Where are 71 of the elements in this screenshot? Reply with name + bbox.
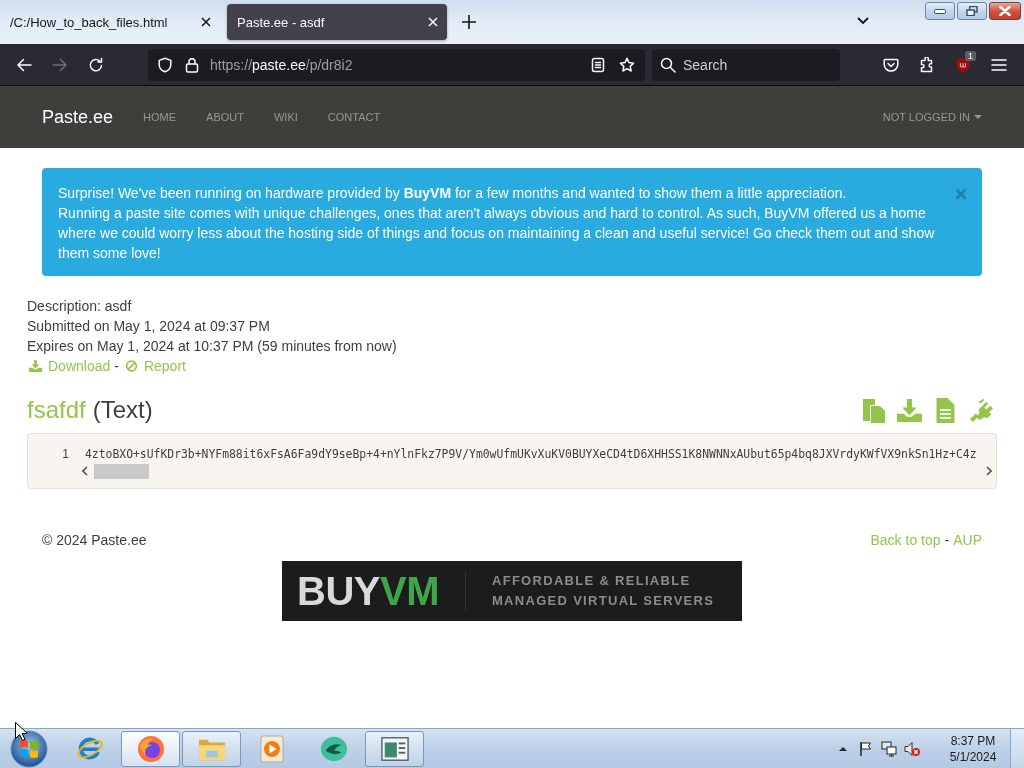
banner-tagline: AFFORDABLE & RELIABLE [491,572,692,590]
plus-icon[interactable] [462,15,476,29]
nav-link[interactable]: CONTACT [312,111,396,123]
alert-text: Running a paste site comes with unique challenges, ones that aren't always obvious and hard to control. As such, BuyVM offered us a home where we could worry less about the hosting side of things and focus on maintaining a clean and useful service! Go check them out and show them some love! [58,204,936,263]
fox-globe-icon [136,734,165,763]
chevron-down-icon[interactable] [857,17,869,25]
shield-icon[interactable] [157,56,173,73]
alert-text: Surprise! We've been running on hardware provided by BuyVM for a few months and wanted to show them a little appreciation. [58,184,848,203]
clock-date[interactable]: 5/1/2024 [949,748,997,765]
window-icon [380,734,409,763]
link-separator: - [944,531,950,550]
paste-title: fsafdf [27,396,86,424]
caret-down-icon [974,115,982,119]
footer-link[interactable]: AUP [953,530,982,550]
search-icon [660,56,676,73]
scroll-left-icon[interactable] [82,466,88,476]
pouch-icon[interactable] [883,56,899,73]
flag-icon[interactable] [858,740,874,757]
scroll-right-icon[interactable] [986,466,992,476]
code-line: 4ztoBXO+sUfKDr3b+NYFm88it6xFsA6Fa9dY9seBp+4+nYlnFkz7P9V/Ym0wUfmUKvXuKV0BUYXeCD4tD6XHHSS1K8NWNNxAUbut65p4bq8JXVrdyKWfVX9nkSn1Hz+C4z [85,446,977,461]
paste-detail: Description: asdf [27,297,133,316]
star-icon[interactable] [619,56,635,73]
nav-link[interactable]: ABOUT [191,111,259,123]
download-link[interactable]: Download [29,356,111,376]
speaker-icon[interactable] [904,740,920,757]
link-separator: - [114,357,119,376]
close-icon [999,6,1011,16]
network-icon[interactable] [881,740,897,757]
reload-icon[interactable] [88,56,104,73]
clock-time[interactable]: 8:37 PM [950,732,996,749]
brand-link[interactable]: Paste.ee [42,106,114,128]
ban-icon [124,360,138,372]
back-arrow-icon[interactable] [16,56,32,73]
menu-icon[interactable] [991,56,1007,73]
browser-tab[interactable]: Paste.ee - asdf [227,4,447,40]
restore-button[interactable] [957,2,987,20]
copyright-text: © 2024 Paste.ee [42,531,147,550]
clipboard-icon[interactable] [861,397,886,423]
taskbar-button[interactable] [121,730,180,767]
banner-logo: BUYVM [296,569,439,613]
play-icon [258,734,287,763]
lock-icon[interactable] [185,56,199,73]
notification-badge: 1 [965,50,976,61]
ad-banner[interactable]: BUYVM AFFORDABLE & RELIABLE MANAGED VIRTUAL SERVERS [282,561,742,621]
restore-icon [966,6,978,16]
minimize-button[interactable] [925,2,955,20]
download-icon [29,360,42,372]
reader-view-icon[interactable] [590,56,606,73]
browser-tab[interactable]: /C:/How_to_back_files.html [0,4,220,40]
search-field[interactable]: Search [652,48,840,81]
language-label: (Text) [92,396,153,424]
close-icon[interactable] [201,17,211,27]
sphere-icon [319,734,348,763]
account-dropdown[interactable]: NOT LOGGED IN [882,111,982,123]
footer-link[interactable]: Back to top [870,530,941,550]
puzzle-piece-icon[interactable] [919,56,935,73]
paste-detail: Submitted on May 1, 2024 at 09:37 PM [27,317,271,336]
address-bar[interactable]: https://paste.ee/p/dr8i2 [148,48,645,81]
report-link[interactable]: Report [124,356,186,376]
minimize-icon [934,8,946,14]
close-button[interactable] [989,2,1021,20]
scrollbar-thumb[interactable] [94,463,149,479]
taskbar-button[interactable] [365,730,424,767]
e-globe-icon [75,734,104,763]
nav-link[interactable]: HOME [128,111,192,123]
start-orb-icon[interactable] [10,729,48,768]
taskbar-button[interactable] [182,730,241,767]
paste-detail: Expires on May 1, 2024 at 10:37 PM (59 minutes from now) [27,337,398,356]
banner-tagline: MANAGED VIRTUAL SERVERS [491,592,715,610]
nav-link[interactable]: WIKI [258,111,313,123]
line-number: 1 [61,446,69,461]
